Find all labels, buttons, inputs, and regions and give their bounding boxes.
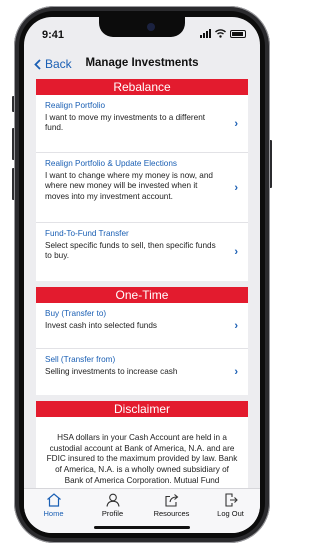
item-title: Realign Portfolio & Update Elections: [45, 159, 177, 168]
item-description: Select specific funds to sell, then spec…: [45, 241, 216, 261]
tab-log-out[interactable]: Log Out: [203, 493, 259, 518]
signal-icon: [200, 29, 211, 38]
camera-icon: [147, 23, 155, 31]
person-icon: [105, 493, 120, 507]
tab-label: Resources: [153, 509, 190, 518]
page-title: Manage Investments: [85, 57, 199, 69]
notch: [99, 17, 185, 37]
item-title: Buy (Transfer to): [45, 309, 107, 318]
chevron-right-icon: ›: [234, 117, 238, 130]
tab-home[interactable]: Home: [26, 493, 82, 518]
section-header-disclaimer: Disclaimer: [36, 401, 248, 417]
list-item-buy[interactable]: Buy (Transfer to) Invest cash into selec…: [36, 303, 248, 349]
item-description: I want to change where my money is now, …: [45, 171, 213, 201]
logout-icon: [224, 493, 238, 507]
disclaimer-text: HSA dollars in your Cash Account are hel…: [36, 417, 248, 489]
chevron-right-icon: ›: [234, 366, 238, 378]
tab-label: Profile: [101, 509, 124, 518]
one-time-card: Buy (Transfer to) Invest cash into selec…: [36, 303, 248, 395]
item-title: Sell (Transfer from): [45, 355, 116, 364]
item-description: Selling investments to increase cash: [45, 367, 178, 376]
nav-bar: Back Manage Investments: [24, 49, 260, 79]
home-icon: [46, 493, 61, 507]
tab-resources[interactable]: Resources: [144, 493, 200, 518]
battery-icon: [230, 29, 246, 38]
tab-label: Log Out: [217, 509, 244, 518]
chevron-right-icon: ›: [234, 181, 238, 194]
chevron-right-icon: ›: [234, 246, 238, 258]
content-scroll[interactable]: Rebalance Realign Portfolio I want to mo…: [24, 79, 260, 489]
chevron-right-icon: ›: [234, 319, 238, 332]
app-screen: 9:41 Back Manage Investments Rebalance R…: [24, 17, 260, 533]
list-item-fund-to-fund-transfer[interactable]: Fund-To-Fund Transfer Select specific fu…: [36, 223, 248, 281]
status-time: 9:41: [42, 29, 65, 41]
list-item-realign-portfolio[interactable]: Realign Portfolio I want to move my inve…: [36, 95, 248, 153]
home-indicator[interactable]: [94, 526, 190, 529]
tab-label: Home: [43, 509, 64, 518]
tab-bar: Home Profile Resources Log Out: [24, 488, 260, 533]
list-item-sell[interactable]: Sell (Transfer from) Selling investments…: [36, 349, 248, 395]
tab-profile[interactable]: Profile: [85, 493, 141, 518]
item-title: Fund-To-Fund Transfer: [45, 229, 129, 238]
wifi-icon: [215, 29, 226, 38]
section-header-rebalance: Rebalance: [36, 79, 248, 95]
share-icon: [164, 494, 178, 507]
list-item-realign-update-elections[interactable]: Realign Portfolio & Update Elections I w…: [36, 153, 248, 223]
item-title: Realign Portfolio: [45, 101, 106, 110]
item-description: I want to move my investments to a diffe…: [45, 113, 206, 133]
section-header-one-time: One-Time: [36, 287, 248, 303]
item-description: Invest cash into selected funds: [45, 321, 157, 330]
status-icons: [200, 29, 246, 38]
rebalance-card: Realign Portfolio I want to move my inve…: [36, 95, 248, 281]
